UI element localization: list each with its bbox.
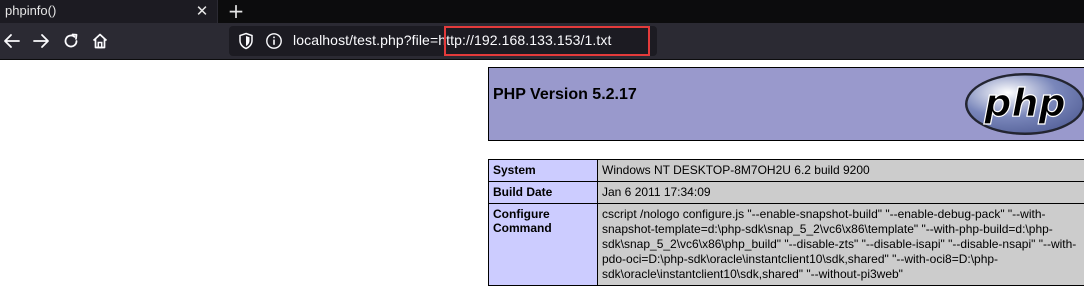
php-logo-text: php [983,81,1065,125]
url-prefix: localhost/test.php?file= [293,32,439,48]
arrow-left-icon [4,34,20,48]
row-value: Jan 6 2011 17:34:09 [597,181,1084,204]
new-tab-button[interactable]: + [226,0,246,22]
tab-title: phpinfo() [5,3,57,18]
arrow-right-icon [33,34,49,48]
close-tab-icon[interactable]: ✕ [193,1,211,21]
row-key: System [488,159,598,182]
table-row: System Windows NT DESKTOP-8M7OH2U 6.2 bu… [488,159,1084,182]
row-value: Windows NT DESKTOP-8M7OH2U 6.2 build 920… [597,159,1084,182]
info-icon[interactable] [265,32,283,50]
php-logo[interactable]: php [963,71,1084,137]
php-version-title: PHP Version 5.2.17 [493,86,637,103]
url-highlight-box [444,26,650,56]
tab-phpinfo[interactable]: phpinfo() ✕ [0,0,218,23]
table-row: Configure Command cscript /nologo config… [488,203,1084,286]
page-content: PHP Version 5.2.17 php System Windows NT… [0,61,1084,287]
back-button[interactable] [1,30,23,52]
row-key: Build Date [488,181,598,204]
phpinfo-header: PHP Version 5.2.17 php [488,67,1084,141]
phpinfo-table: System Windows NT DESKTOP-8M7OH2U 6.2 bu… [488,159,1084,286]
home-icon [92,33,108,49]
tab-strip: phpinfo() ✕ + [0,0,1084,23]
forward-button[interactable] [30,30,52,52]
navigation-toolbar: localhost/test.php?file=http://192.168.1… [0,23,1084,60]
shield-icon[interactable] [238,32,254,50]
home-button[interactable] [89,30,111,52]
row-key: Configure Command [488,203,598,286]
table-row: Build Date Jan 6 2011 17:34:09 [488,181,1084,204]
reload-icon [64,33,78,48]
row-value: cscript /nologo configure.js "--enable-s… [597,203,1084,286]
reload-button[interactable] [60,30,82,52]
